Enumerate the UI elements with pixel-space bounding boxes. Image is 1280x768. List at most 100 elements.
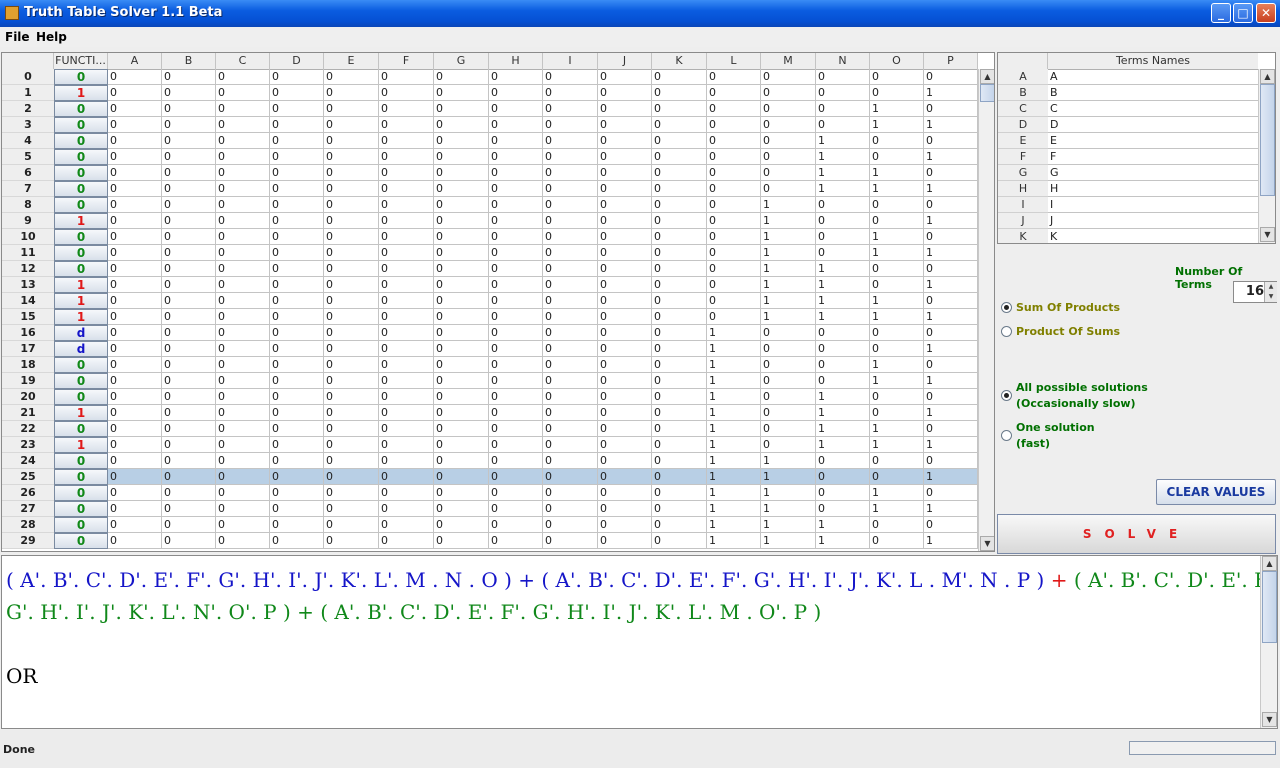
clear-values-button[interactable]: CLEAR VALUES — [1156, 479, 1276, 505]
column-header-function[interactable]: FUNCTI... — [54, 53, 108, 69]
term-row[interactable]: FF — [998, 149, 1258, 165]
terms-scrollbar[interactable]: ▲ ▼ — [1258, 69, 1275, 243]
table-row[interactable]: 18 0 0 0 0 0 0 0 0 0 0 0 0 1 0 0 1 0 — [2, 357, 978, 373]
column-header-g[interactable]: G — [434, 53, 489, 69]
term-name-input[interactable]: K — [1048, 229, 1258, 243]
close-button[interactable]: ✕ — [1256, 3, 1276, 23]
term-name-input[interactable]: E — [1048, 133, 1258, 149]
function-value-button[interactable]: 0 — [54, 421, 108, 437]
term-name-input[interactable]: I — [1048, 197, 1258, 213]
term-name-input[interactable]: A — [1048, 69, 1258, 85]
solution-output[interactable]: ( A'. B'. C'. D'. E'. F'. G'. H'. I'. J'… — [1, 555, 1278, 729]
term-row[interactable]: JJ — [998, 213, 1258, 229]
function-value-button[interactable]: 0 — [54, 357, 108, 373]
column-header-h[interactable]: H — [489, 53, 543, 69]
sum-of-products-label[interactable]: Sum Of Products — [1016, 301, 1120, 314]
table-row[interactable]: 23 1 0 0 0 0 0 0 0 0 0 0 0 1 0 1 1 1 — [2, 437, 978, 453]
function-value-button[interactable]: 1 — [54, 277, 108, 293]
scroll-thumb[interactable] — [980, 84, 994, 102]
table-row[interactable]: 17 d 0 0 0 0 0 0 0 0 0 0 0 1 0 0 0 1 — [2, 341, 978, 357]
function-value-button[interactable]: 0 — [54, 389, 108, 405]
output-scroll-down-icon[interactable]: ▼ — [1262, 712, 1277, 727]
column-header-k[interactable]: K — [652, 53, 707, 69]
table-row[interactable]: 110000000000000001 — [2, 85, 978, 101]
function-value-button[interactable]: 0 — [54, 133, 108, 149]
function-value-button[interactable]: 1 — [54, 85, 108, 101]
table-row[interactable]: 16 d 0 0 0 0 0 0 0 0 0 0 0 1 0 0 0 0 — [2, 325, 978, 341]
term-name-input[interactable]: J — [1048, 213, 1258, 229]
all-solutions-note[interactable]: (Occasionally slow) — [1016, 397, 1136, 410]
function-value-button[interactable]: 0 — [54, 229, 108, 245]
one-solution-label[interactable]: One solution — [1016, 421, 1095, 434]
function-value-button[interactable]: 0 — [54, 501, 108, 517]
table-row[interactable]: 200000000000000010 — [2, 101, 978, 117]
table-row[interactable]: 19 0 0 0 0 0 0 0 0 0 0 0 0 1 0 0 1 1 — [2, 373, 978, 389]
table-row[interactable]: 22 0 0 0 0 0 0 0 0 0 0 0 0 1 0 1 1 0 — [2, 421, 978, 437]
minimize-button[interactable]: _ — [1211, 3, 1231, 23]
table-row[interactable]: 300000000000000011 — [2, 117, 978, 133]
term-row[interactable]: BB — [998, 85, 1258, 101]
function-value-button[interactable]: 0 — [54, 261, 108, 277]
function-value-button[interactable]: 0 — [54, 149, 108, 165]
function-value-button[interactable]: 0 — [54, 117, 108, 133]
function-value-button[interactable]: 0 — [54, 469, 108, 485]
scroll-up-icon[interactable]: ▲ — [980, 69, 994, 84]
maximize-button[interactable]: □ — [1233, 3, 1253, 23]
column-header-j[interactable]: J — [598, 53, 652, 69]
term-name-input[interactable]: G — [1048, 165, 1258, 181]
table-row[interactable]: 28 0 0 0 0 0 0 0 0 0 0 0 0 1 1 1 0 0 — [2, 517, 978, 533]
product-of-sums-radio[interactable] — [1001, 326, 1012, 337]
output-scrollbar[interactable]: ▲ ▼ — [1260, 556, 1277, 728]
table-row[interactable]: 800000000000001000 — [2, 197, 978, 213]
term-row[interactable]: CC — [998, 101, 1258, 117]
number-of-terms-value[interactable]: 16 — [1234, 282, 1264, 302]
table-row[interactable]: 15 1 0 0 0 0 0 0 0 0 0 0 0 0 1 1 1 1 — [2, 309, 978, 325]
term-row[interactable]: KK — [998, 229, 1258, 243]
function-value-button[interactable]: 0 — [54, 101, 108, 117]
sum-of-products-radio[interactable] — [1001, 302, 1012, 313]
term-name-input[interactable]: B — [1048, 85, 1258, 101]
function-value-button[interactable]: 0 — [54, 373, 108, 389]
term-row[interactable]: AA — [998, 69, 1258, 85]
term-row[interactable]: HH — [998, 181, 1258, 197]
menu-help[interactable]: Help — [36, 30, 67, 44]
scroll-down-icon[interactable]: ▼ — [980, 536, 994, 551]
term-row[interactable]: II — [998, 197, 1258, 213]
table-row[interactable]: 24 0 0 0 0 0 0 0 0 0 0 0 0 1 1 0 0 0 — [2, 453, 978, 469]
column-header-a[interactable]: A — [108, 53, 162, 69]
table-row[interactable]: 400000000000000100 — [2, 133, 978, 149]
table-row[interactable]: 14 1 0 0 0 0 0 0 0 0 0 0 0 0 1 1 1 0 — [2, 293, 978, 309]
function-value-button[interactable]: 0 — [54, 517, 108, 533]
term-row[interactable]: DD — [998, 117, 1258, 133]
function-value-button[interactable]: 1 — [54, 309, 108, 325]
column-header-o[interactable]: O — [870, 53, 924, 69]
table-row[interactable]: 000000000000000000 — [2, 69, 978, 85]
one-solution-note[interactable]: (fast) — [1016, 437, 1050, 450]
function-value-button[interactable]: 1 — [54, 437, 108, 453]
table-row[interactable]: 29 0 0 0 0 0 0 0 0 0 0 0 0 1 1 1 0 1 — [2, 533, 978, 549]
one-solution-radio[interactable] — [1001, 430, 1012, 441]
column-header-p[interactable]: P — [924, 53, 978, 69]
number-of-terms-spinner[interactable]: 16 ▲ ▼ — [1233, 281, 1277, 303]
column-header-l[interactable]: L — [707, 53, 761, 69]
all-solutions-radio[interactable] — [1001, 390, 1012, 401]
table-row[interactable]: 10 0 0 0 0 0 0 0 0 0 0 0 0 0 1 0 1 0 — [2, 229, 978, 245]
table-row[interactable]: 13 1 0 0 0 0 0 0 0 0 0 0 0 0 1 1 0 1 — [2, 277, 978, 293]
terms-scroll-up-icon[interactable]: ▲ — [1260, 69, 1275, 84]
function-value-button[interactable]: 0 — [54, 69, 108, 85]
term-row[interactable]: EE — [998, 133, 1258, 149]
function-value-button[interactable]: 0 — [54, 165, 108, 181]
column-header-n[interactable]: N — [816, 53, 870, 69]
term-name-input[interactable]: C — [1048, 101, 1258, 117]
solve-button[interactable]: SOLVE — [997, 514, 1276, 554]
spin-down-icon[interactable]: ▼ — [1264, 292, 1277, 302]
output-scroll-up-icon[interactable]: ▲ — [1262, 556, 1277, 571]
function-value-button[interactable]: 0 — [54, 245, 108, 261]
menu-file[interactable]: File — [5, 30, 30, 44]
output-scroll-thumb[interactable] — [1262, 571, 1277, 643]
spin-up-icon[interactable]: ▲ — [1264, 282, 1277, 292]
column-header-m[interactable]: M — [761, 53, 816, 69]
function-value-button[interactable]: 0 — [54, 485, 108, 501]
function-value-button[interactable]: 1 — [54, 293, 108, 309]
all-solutions-label[interactable]: All possible solutions — [1016, 381, 1148, 394]
